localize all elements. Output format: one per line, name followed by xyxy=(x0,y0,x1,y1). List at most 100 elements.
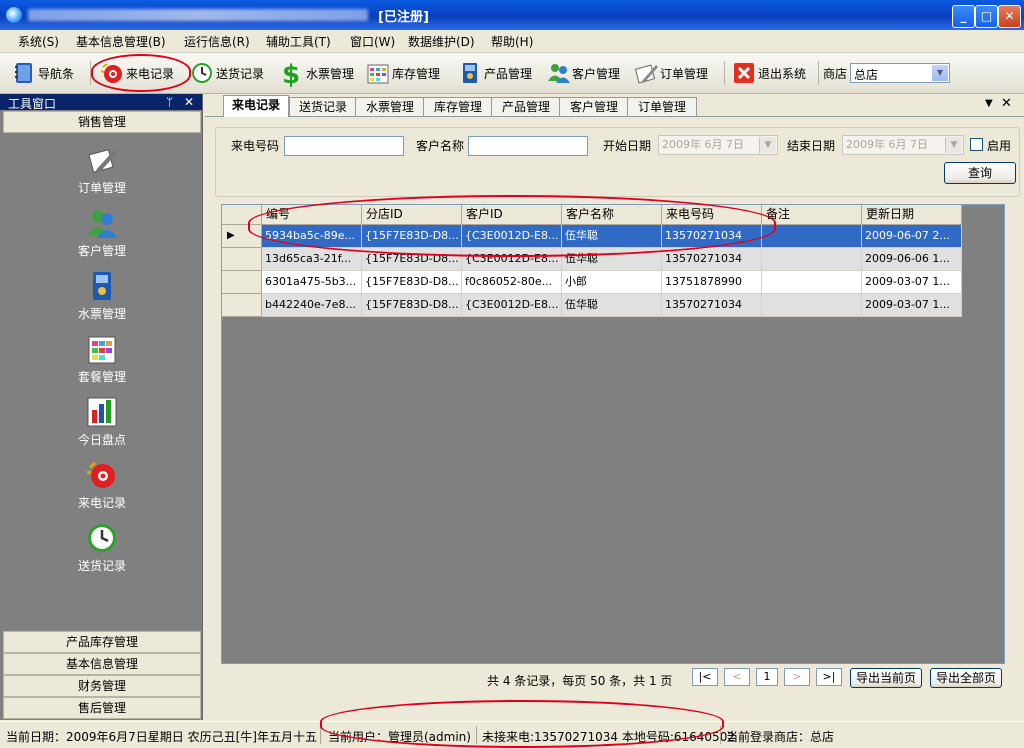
water-tickets-button[interactable]: $ 水票管理 xyxy=(280,59,354,90)
cell-phone[interactable]: 13751878990 xyxy=(662,271,762,294)
customer-name-input[interactable] xyxy=(468,136,588,156)
nav-package-management[interactable]: 套餐管理 xyxy=(60,333,144,385)
tab-delivery-records[interactable]: 送货记录 xyxy=(289,97,357,116)
section-after-sales[interactable]: 售后管理 xyxy=(3,697,201,719)
start-date-picker[interactable]: 2009年 6月 7日 ▼ xyxy=(658,135,778,155)
section-basic-info[interactable]: 基本信息管理 xyxy=(3,653,201,675)
phone-input[interactable] xyxy=(284,136,404,156)
nav-daily-inventory[interactable]: 今日盘点 xyxy=(60,396,144,448)
cell-branch-id[interactable]: {15F7E83D-D8... xyxy=(362,271,462,294)
menu-system[interactable]: 系统(S) xyxy=(18,33,59,50)
menu-window[interactable]: 窗口(W) xyxy=(350,33,395,50)
next-page-button[interactable]: > xyxy=(784,668,810,686)
exit-label: 退出系统 xyxy=(758,66,807,81)
enable-checkbox[interactable] xyxy=(970,138,983,151)
shop-select[interactable]: 总店 ▼ xyxy=(850,63,950,83)
product-button[interactable]: 产品管理 xyxy=(458,59,532,87)
column-header-updated[interactable]: 更新日期 xyxy=(862,205,962,225)
cell-updated[interactable]: 2009-06-06 1... xyxy=(862,248,962,271)
cell-id[interactable]: b442240e-7e8... xyxy=(262,294,362,317)
tab-close-icon[interactable]: ✕ xyxy=(1001,96,1012,111)
exit-x-icon xyxy=(732,61,756,85)
prev-page-button[interactable]: < xyxy=(724,668,750,686)
export-all-pages-button[interactable]: 导出全部页 xyxy=(930,668,1002,688)
book-icon xyxy=(12,61,36,85)
section-sales[interactable]: 销售管理 xyxy=(3,111,201,133)
pin-icon[interactable]: ᛘ xyxy=(166,95,173,109)
nav-customer-management[interactable]: 客户管理 xyxy=(60,207,144,259)
cell-branch-id[interactable]: {15F7E83D-D8... xyxy=(362,294,462,317)
highlight-circle-status xyxy=(320,700,724,748)
end-date-picker[interactable]: 2009年 6月 7日 ▼ xyxy=(842,135,964,155)
chevron-down-icon[interactable]: ▼ xyxy=(759,137,776,153)
section-finance[interactable]: 财务管理 xyxy=(3,675,201,697)
menu-basic-info[interactable]: 基本信息管理(B) xyxy=(76,33,166,50)
nav-delivery-records[interactable]: 送货记录 xyxy=(60,522,144,574)
menu-help[interactable]: 帮助(H) xyxy=(491,33,533,50)
cell-note[interactable] xyxy=(762,271,862,294)
tab-customers[interactable]: 客户管理 xyxy=(559,97,629,116)
cell-note[interactable] xyxy=(762,294,862,317)
maximize-button[interactable]: □ xyxy=(975,5,998,28)
tab-stock[interactable]: 库存管理 xyxy=(423,97,493,116)
status-date: 当前日期：2009年6月7日星期日 农历己丑[牛]年五月十五 xyxy=(6,730,317,744)
stock-button[interactable]: 库存管理 xyxy=(366,59,440,87)
exit-button[interactable]: 退出系统 xyxy=(732,59,806,87)
bar-chart-icon xyxy=(86,396,118,428)
menu-run-info[interactable]: 运行信息(R) xyxy=(184,33,250,50)
cell-note[interactable] xyxy=(762,248,862,271)
cell-note[interactable] xyxy=(762,225,862,248)
product-label: 产品管理 xyxy=(484,66,533,81)
tab-water-tickets[interactable]: 水票管理 xyxy=(355,97,425,116)
query-button[interactable]: 查询 xyxy=(944,162,1016,184)
menu-tools[interactable]: 辅助工具(T) xyxy=(266,33,331,50)
title-bar[interactable]: [已注册] _ □ ✕ xyxy=(0,0,1024,30)
row-header[interactable] xyxy=(222,294,262,317)
nav-label: 水票管理 xyxy=(77,307,126,321)
column-header-note[interactable]: 备注 xyxy=(762,205,862,225)
nav-water-tickets[interactable]: 水票管理 xyxy=(60,270,144,322)
tab-call-records[interactable]: 来电记录 xyxy=(223,95,289,117)
call-records-grid: 编号 分店ID 客户ID 客户名称 来电号码 备注 更新日期 ▶ 5934ba5… xyxy=(221,204,1005,664)
cell-phone[interactable]: 13570271034 xyxy=(662,248,762,271)
panel-close-icon[interactable]: ✕ xyxy=(184,95,194,109)
cell-customer-id[interactable]: f0c86052-80e... xyxy=(462,271,562,294)
minimize-button[interactable]: _ xyxy=(952,5,975,28)
chevron-down-icon[interactable]: ▼ xyxy=(945,137,962,153)
first-page-button[interactable]: |< xyxy=(692,668,718,686)
cell-id[interactable]: 6301a475-5b3... xyxy=(262,271,362,294)
delivery-records-button[interactable]: 送货记录 xyxy=(190,59,264,87)
row-header[interactable] xyxy=(222,271,262,294)
cell-customer-name[interactable]: 伍华聪 xyxy=(562,294,662,317)
notebook-icon xyxy=(458,61,482,85)
cell-updated[interactable]: 2009-06-07 2... xyxy=(862,225,962,248)
chevron-down-icon[interactable]: ▼ xyxy=(932,65,948,81)
clock-icon xyxy=(190,61,214,85)
nav-bar-button[interactable]: 导航条 xyxy=(12,59,74,87)
close-button[interactable]: ✕ xyxy=(998,5,1021,28)
row-header[interactable] xyxy=(222,248,262,271)
cell-customer-id[interactable]: {C3E0012D-E8... xyxy=(462,294,562,317)
cell-updated[interactable]: 2009-03-07 1... xyxy=(862,294,962,317)
last-page-button[interactable]: >| xyxy=(816,668,842,686)
tab-list-dropdown-icon[interactable]: ▼ xyxy=(985,98,993,109)
tab-orders[interactable]: 订单管理 xyxy=(627,97,697,116)
cell-id[interactable]: 13d65ca3-21f... xyxy=(262,248,362,271)
nav-call-records[interactable]: 来电记录 xyxy=(60,459,144,511)
cell-phone[interactable]: 13570271034 xyxy=(662,294,762,317)
toolbar: 导航条 来电记录 送货记录 $ 水票管理 库存管理 产品管理 客户管理 订单管理… xyxy=(0,53,1024,94)
section-product-stock[interactable]: 产品库存管理 xyxy=(3,631,201,653)
clock-icon xyxy=(86,522,118,554)
dollar-icon: $ xyxy=(280,60,304,90)
order-button[interactable]: 订单管理 xyxy=(634,59,708,87)
menu-data-maintenance[interactable]: 数据维护(D) xyxy=(408,33,475,50)
order-label: 订单管理 xyxy=(660,66,709,81)
page-number-input[interactable]: 1 xyxy=(756,668,778,686)
menu-bar: 系统(S) 基本信息管理(B) 运行信息(R) 辅助工具(T) 窗口(W) 数据… xyxy=(0,30,1024,53)
nav-order-management[interactable]: 订单管理 xyxy=(60,144,144,196)
tab-products[interactable]: 产品管理 xyxy=(491,97,561,116)
export-current-page-button[interactable]: 导出当前页 xyxy=(850,668,922,688)
customer-button[interactable]: 客户管理 xyxy=(546,59,620,87)
cell-customer-name[interactable]: 小郎 xyxy=(562,271,662,294)
cell-updated[interactable]: 2009-03-07 1... xyxy=(862,271,962,294)
